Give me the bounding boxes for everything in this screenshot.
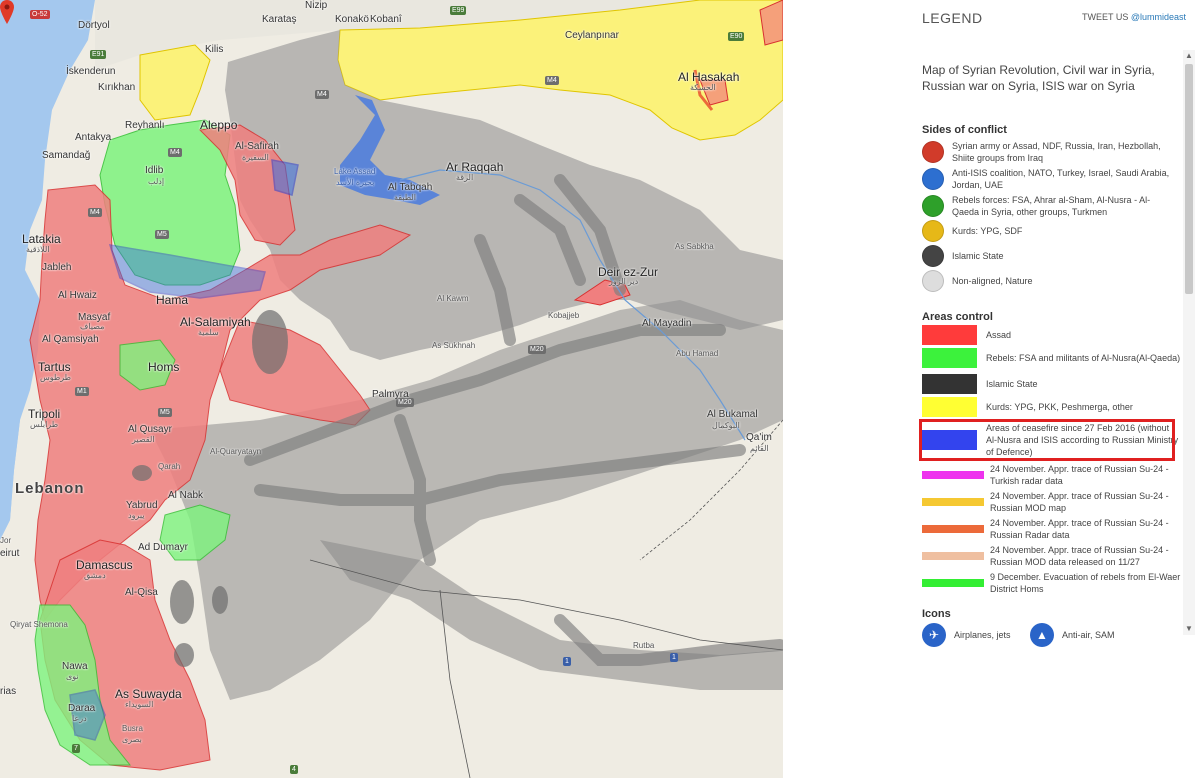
side-text: Islamic State — [952, 251, 1004, 261]
icon-item-airplanes: ✈ Airplanes, jets — [922, 623, 1011, 647]
road-shield-7: 7 — [72, 744, 80, 753]
tweet-prefix: TWEET US — [1082, 12, 1131, 22]
area-swatch — [922, 348, 977, 368]
anti-air-icon: ▲ — [1030, 623, 1054, 647]
side-item-non-aligned: Non-aligned, Nature — [922, 270, 1177, 292]
area-item-isis: Islamic State — [922, 374, 1182, 394]
road-shield-m1: M1 — [75, 387, 89, 396]
area-swatch — [922, 374, 977, 394]
scroll-thumb[interactable] — [1185, 64, 1193, 294]
trace-swatch — [922, 498, 984, 506]
side-dot-yellow-icon — [922, 220, 944, 242]
trace-text: 24 November. Appr. trace of Russian Su-2… — [990, 491, 1169, 513]
side-dot-black-icon — [922, 245, 944, 267]
tweet-link[interactable]: TWEET US @lummideast — [1082, 12, 1186, 22]
side-text: Syrian army or Assad, NDF, Russia, Iran,… — [952, 141, 1161, 163]
area-swatch — [922, 325, 977, 345]
area-swatch — [922, 397, 977, 417]
road-shield-o52: O-52 — [30, 10, 50, 19]
trace-text: 24 November. Appr. trace of Russian Su-2… — [990, 518, 1169, 540]
scroll-down-icon[interactable]: ▼ — [1183, 623, 1195, 635]
side-text: Kurds: YPG, SDF — [952, 226, 1023, 236]
syria-conflict-map[interactable]: O-52 E91 E99 E90 M4 M4 M4 M4 M5 M5 M1 M2… — [0, 0, 783, 778]
kurdish-area-afrin[interactable] — [139, 44, 211, 121]
areas-section-title: Areas control — [922, 311, 993, 323]
road-shield-m5a: M5 — [155, 230, 169, 239]
road-shield-e91: E91 — [90, 50, 107, 59]
area-item-kurds: Kurds: YPG, PKK, Peshmerga, other — [922, 397, 1182, 417]
side-item-assad: Syrian army or Assad, NDF, Russia, Iran,… — [922, 140, 1177, 164]
road-shield-4: 4 — [290, 765, 298, 774]
trace-item-mod-map: 24 November. Appr. trace of Russian Su-2… — [922, 490, 1182, 514]
side-text: Non-aligned, Nature — [952, 276, 1033, 286]
icons-section-title: Icons — [922, 608, 951, 620]
road-shield-1a: 1 — [563, 657, 571, 666]
trace-swatch — [922, 471, 984, 479]
trace-text: 24 November. Appr. trace of Russian Su-2… — [990, 464, 1169, 486]
icon-text: Airplanes, jets — [954, 630, 1011, 640]
area-text: Kurds: YPG, PKK, Peshmerga, other — [986, 402, 1133, 412]
legend-panel[interactable]: LEGEND TWEET US @lummideast Map of Syria… — [900, 0, 1200, 778]
legend-scrollbar[interactable]: ▲ ▼ — [1183, 50, 1195, 635]
trace-swatch — [922, 579, 984, 587]
road-shield-e90: E90 — [728, 32, 745, 41]
side-text: Anti-ISIS coalition, NATO, Turkey, Israe… — [952, 168, 1170, 190]
area-text: Islamic State — [986, 379, 1038, 389]
side-item-isis: Islamic State — [922, 245, 1177, 267]
road-shield-m4d: M4 — [88, 208, 102, 217]
map-gutter — [783, 0, 900, 778]
trace-item-radar: 24 November. Appr. trace of Russian Su-2… — [922, 517, 1182, 541]
icon-text: Anti-air, SAM — [1062, 630, 1115, 640]
trace-swatch — [922, 525, 984, 533]
road-shield-m20b: M20 — [396, 398, 414, 407]
scroll-up-icon[interactable]: ▲ — [1183, 50, 1195, 62]
road-shield-1b: 1 — [670, 653, 678, 662]
road-shield-m20: M20 — [528, 345, 546, 354]
side-text: Rebels forces: FSA, Ahrar al-Sham, Al-Nu… — [952, 195, 1151, 217]
road-shield-m4a: M4 — [315, 90, 329, 99]
trace-item-mod-data: 24 November. Appr. trace of Russian Su-2… — [922, 544, 1182, 568]
trace-text: 24 November. Appr. trace of Russian Su-2… — [990, 545, 1169, 567]
side-item-kurds: Kurds: YPG, SDF — [922, 220, 1177, 242]
trace-item-turkish: 24 November. Appr. trace of Russian Su-2… — [922, 463, 1182, 487]
map-canvas[interactable] — [0, 0, 783, 778]
road-shield-m4c: M4 — [168, 148, 182, 157]
road-shield-m4b: M4 — [545, 76, 559, 85]
tweet-handle[interactable]: @lummideast — [1131, 12, 1186, 22]
icon-item-anti-air: ▲ Anti-air, SAM — [1030, 623, 1115, 647]
area-item-rebels: Rebels: FSA and militants of Al-Nusra(Al… — [922, 348, 1182, 368]
area-text: Rebels: FSA and militants of Al-Nusra(Al… — [986, 353, 1181, 363]
airplane-icon: ✈ — [922, 623, 946, 647]
trace-item-evacuation: 9 December. Evacuation of rebels from El… — [922, 571, 1182, 595]
ceasefire-highlight-box — [919, 419, 1175, 461]
area-item-assad: Assad — [922, 325, 1182, 345]
trace-swatch — [922, 552, 984, 560]
side-item-rebels: Rebels forces: FSA, Ahrar al-Sham, Al-Nu… — [922, 194, 1177, 218]
side-dot-red-icon — [922, 141, 944, 163]
sides-section-title: Sides of conflict — [922, 124, 1007, 136]
road-shield-m5b: M5 — [158, 408, 172, 417]
side-dot-blue-icon — [922, 168, 944, 190]
legend-title: LEGEND — [922, 10, 983, 26]
road-shield-e99: E99 — [450, 6, 467, 15]
side-item-coalition: Anti-ISIS coalition, NATO, Turkey, Israe… — [922, 167, 1177, 191]
area-text: Assad — [986, 330, 1012, 340]
side-dot-gray-icon — [922, 270, 944, 292]
legend-description: Map of Syrian Revolution, Civil war in S… — [922, 63, 1155, 93]
trace-text: 9 December. Evacuation of rebels from El… — [990, 572, 1181, 594]
location-pin-icon[interactable] — [0, 0, 14, 24]
side-dot-green-icon — [922, 195, 944, 217]
